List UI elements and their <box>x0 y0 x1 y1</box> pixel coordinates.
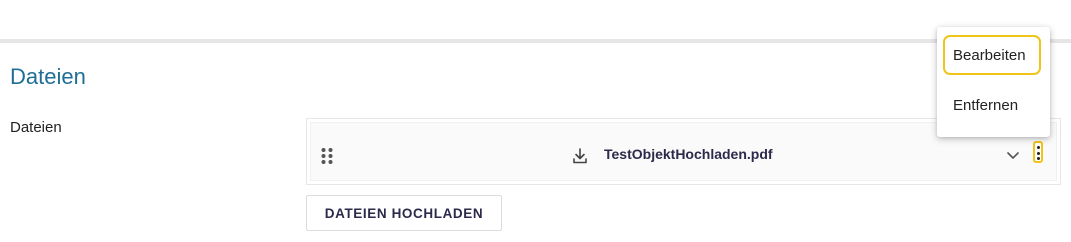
file-name-link[interactable]: TestObjektHochladen.pdf <box>604 146 773 162</box>
chevron-down-icon[interactable] <box>1005 147 1021 163</box>
drag-handle-icon[interactable] <box>320 147 334 165</box>
menu-item-edit[interactable]: Bearbeiten <box>943 35 1041 75</box>
download-icon[interactable] <box>571 147 589 165</box>
upload-files-button[interactable]: DATEIEN HOCHLADEN <box>306 195 502 231</box>
files-field-label: Dateien <box>10 119 62 136</box>
section-title: Dateien <box>10 64 86 89</box>
context-menu: Bearbeiten Entfernen <box>937 27 1050 137</box>
menu-item-remove[interactable]: Entfernen <box>943 85 1041 125</box>
top-divider <box>0 39 1071 43</box>
more-vertical-icon[interactable] <box>1033 141 1043 163</box>
